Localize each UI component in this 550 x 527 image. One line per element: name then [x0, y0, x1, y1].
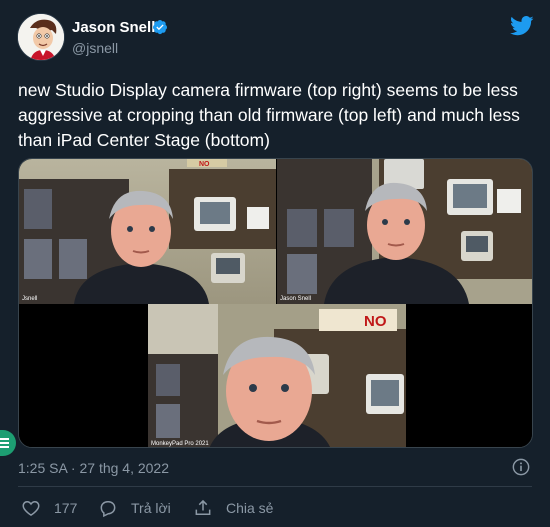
author-handle[interactable]: @jsnell: [72, 40, 118, 56]
svg-text:NO: NO: [199, 161, 210, 168]
share-label: Chia sẻ: [226, 500, 274, 516]
verified-badge-icon: [153, 20, 167, 35]
like-button[interactable]: 177: [21, 498, 77, 518]
share-button[interactable]: Chia sẻ: [193, 498, 273, 518]
author-name[interactable]: Jason Snell: [72, 19, 155, 36]
reply-icon: [100, 501, 116, 518]
avatar[interactable]: [17, 13, 65, 61]
tweet-text: new Studio Display camera firmware (top …: [18, 80, 520, 150]
like-count: 177: [54, 500, 78, 516]
media-panel-top-left: NO Jsnell: [19, 159, 276, 304]
tweet-card: Jason Snell @jsnell new Studio Display c…: [0, 0, 550, 527]
tweet-timestamp[interactable]: 1:25 SA · 27 thg 4, 2022: [18, 460, 169, 476]
sign-text: NO: [364, 313, 387, 330]
media-panel-bottom: NO MonkeyPad Pro 2021: [19, 304, 532, 447]
caption-top-left: Jsnell: [22, 296, 37, 302]
reply-label: Trả lời: [131, 500, 171, 516]
caption-bottom: MonkeyPad Pro 2021: [151, 441, 209, 447]
reply-button[interactable]: Trả lời: [98, 498, 171, 518]
side-chat-tab[interactable]: [0, 430, 16, 456]
tweet-media-image[interactable]: NO Jsnell Jason Snell NO MonkeyPad Pro 2…: [18, 158, 533, 448]
caption-top-right: Jason Snell: [280, 296, 311, 302]
share-icon: [195, 499, 211, 515]
divider: [18, 486, 532, 487]
media-panel-top-right: Jason Snell: [277, 159, 532, 304]
twitter-bird-icon[interactable]: [510, 16, 534, 36]
heart-icon: [22, 500, 40, 516]
info-icon[interactable]: [512, 458, 530, 476]
